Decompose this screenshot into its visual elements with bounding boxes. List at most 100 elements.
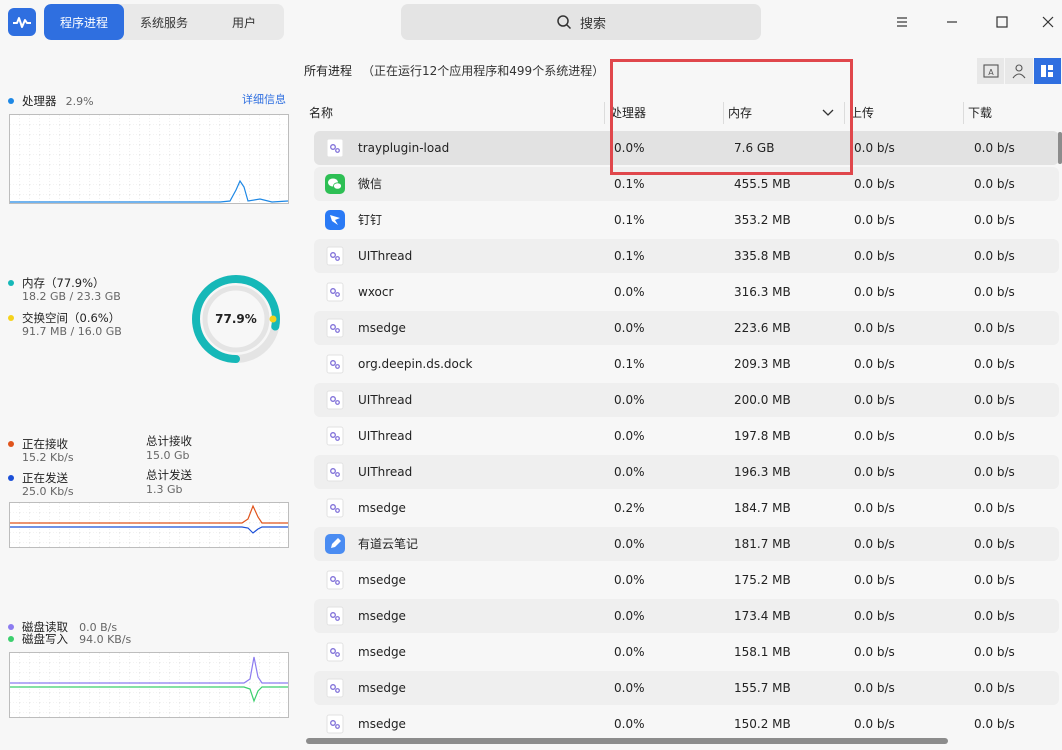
cpu-label: 处理器 — [22, 94, 57, 108]
column-separator[interactable] — [963, 102, 964, 124]
column-separator[interactable] — [723, 102, 724, 124]
menu-button[interactable] — [890, 10, 914, 34]
process-name: msedge — [358, 573, 406, 587]
process-name: msedge — [358, 609, 406, 623]
upload-rate: 0.0 b/s — [854, 177, 895, 191]
memory-usage: 196.3 MB — [734, 465, 791, 479]
user-view-button[interactable] — [1005, 58, 1033, 84]
sort-chevron-down-icon[interactable] — [822, 108, 834, 118]
upload-rate: 0.0 b/s — [854, 393, 895, 407]
download-rate: 0.0 b/s — [974, 357, 1015, 371]
download-rate: 0.0 b/s — [974, 501, 1015, 515]
table-header: 名称 处理器 内存 上传 下载 — [304, 98, 1062, 128]
table-row[interactable]: msedge 0.0% 173.4 MB 0.0 b/s 0.0 b/s — [314, 599, 1059, 633]
download-rate: 0.0 b/s — [974, 645, 1015, 659]
download-rate: 0.0 b/s — [974, 213, 1015, 227]
tab-services[interactable]: 系统服务 — [124, 4, 204, 40]
recv-total-label: 总计接收 — [146, 434, 192, 448]
wechat-icon — [324, 173, 346, 195]
memory-gauge-value: 77.9% — [215, 312, 257, 326]
vertical-scrollbar[interactable] — [1058, 132, 1062, 164]
memory-usage: 335.8 MB — [734, 249, 791, 263]
gear-icon — [324, 245, 346, 267]
send-label: 正在发送 — [22, 471, 68, 485]
minimize-button[interactable] — [940, 10, 964, 34]
column-cpu[interactable]: 处理器 — [610, 98, 646, 128]
gear-icon — [324, 713, 346, 735]
table-row[interactable]: 钉钉 0.1% 353.2 MB 0.0 b/s 0.0 b/s — [314, 203, 1059, 237]
cpu-usage: 0.0% — [614, 573, 645, 587]
tab-processes[interactable]: 程序进程 — [44, 4, 124, 40]
upload-rate: 0.0 b/s — [854, 501, 895, 515]
user-icon — [1012, 64, 1026, 79]
table-row[interactable]: msedge 0.0% 175.2 MB 0.0 b/s 0.0 b/s — [314, 563, 1059, 597]
table-row[interactable]: 有道云笔记 0.0% 181.7 MB 0.0 b/s 0.0 b/s — [314, 527, 1059, 561]
cpu-detail-link[interactable]: 详细信息 — [242, 91, 286, 107]
column-name[interactable]: 名称 — [309, 98, 333, 128]
upload-rate: 0.0 b/s — [854, 429, 895, 443]
upload-rate: 0.0 b/s — [854, 285, 895, 299]
download-rate: 0.0 b/s — [974, 609, 1015, 623]
app-icon — [8, 8, 36, 36]
process-name: UIThread — [358, 393, 413, 407]
disk-write: 磁盘写入 94.0 KB/s — [8, 628, 131, 647]
cpu-usage: 0.0% — [614, 141, 645, 155]
recv-label: 正在接收 — [22, 437, 68, 451]
cpu-usage: 0.0% — [614, 645, 645, 659]
table-row[interactable]: msedge 0.0% 223.6 MB 0.0 b/s 0.0 b/s — [314, 311, 1059, 345]
memory-usage: 223.6 MB — [734, 321, 791, 335]
process-count-note: （正在运行12个应用程序和499个系统进程） — [362, 64, 605, 78]
gear-icon — [324, 137, 346, 159]
cpu-usage: 0.0% — [614, 465, 645, 479]
app-view-button[interactable]: A — [977, 58, 1005, 84]
table-row[interactable]: UIThread 0.1% 335.8 MB 0.0 b/s 0.0 b/s — [314, 239, 1059, 273]
horizontal-scrollbar[interactable] — [306, 738, 948, 744]
upload-rate: 0.0 b/s — [854, 357, 895, 371]
view-tabs: 程序进程 系统服务 用户 — [44, 4, 284, 40]
memory-usage: 158.1 MB — [734, 645, 791, 659]
table-row[interactable]: wxocr 0.0% 316.3 MB 0.0 b/s 0.0 b/s — [314, 275, 1059, 309]
table-row[interactable]: UIThread 0.0% 200.0 MB 0.0 b/s 0.0 b/s — [314, 383, 1059, 417]
download-rate: 0.0 b/s — [974, 537, 1015, 551]
svg-text:A: A — [988, 68, 994, 77]
cpu-usage: 0.1% — [614, 357, 645, 371]
table-row[interactable]: UIThread 0.0% 196.3 MB 0.0 b/s 0.0 b/s — [314, 455, 1059, 489]
memory-legend-dot — [8, 279, 14, 286]
tab-users[interactable]: 用户 — [204, 4, 284, 40]
send-value: 25.0 Kb/s — [22, 485, 74, 498]
network-send-total: 总计发送 1.3 Gb — [146, 467, 192, 496]
network-recv: 正在接收 15.2 Kb/s — [8, 433, 74, 464]
memory-usage: 181.7 MB — [734, 537, 791, 551]
process-name: msedge — [358, 645, 406, 659]
search-input[interactable]: 搜索 — [401, 4, 761, 40]
column-download[interactable]: 下载 — [968, 98, 992, 128]
column-separator[interactable] — [844, 102, 845, 124]
column-memory[interactable]: 内存 — [728, 98, 752, 128]
maximize-button[interactable] — [990, 10, 1014, 34]
upload-rate: 0.0 b/s — [854, 321, 895, 335]
memory-usage: 209.3 MB — [734, 357, 791, 371]
upload-rate: 0.0 b/s — [854, 717, 895, 731]
gear-icon — [324, 353, 346, 375]
process-name: org.deepin.ds.dock — [358, 357, 473, 371]
gear-icon — [324, 281, 346, 303]
close-icon — [1042, 16, 1054, 28]
all-view-button[interactable] — [1033, 58, 1061, 84]
table-row[interactable]: msedge 0.0% 155.7 MB 0.0 b/s 0.0 b/s — [314, 671, 1059, 705]
table-row[interactable]: msedge 0.0% 150.2 MB 0.0 b/s 0.0 b/s — [314, 707, 1059, 741]
memory-usage: 184.7 MB — [734, 501, 791, 515]
upload-rate: 0.0 b/s — [854, 681, 895, 695]
table-row[interactable]: msedge 0.2% 184.7 MB 0.0 b/s 0.0 b/s — [314, 491, 1059, 525]
table-row[interactable]: org.deepin.ds.dock 0.1% 209.3 MB 0.0 b/s 0.0… — [314, 347, 1059, 381]
table-row[interactable]: msedge 0.0% 158.1 MB 0.0 b/s 0.0 b/s — [314, 635, 1059, 669]
download-rate: 0.0 b/s — [974, 141, 1015, 155]
memory-gauge: 77.9% — [190, 273, 282, 365]
swap-label: 交换空间（0.6%） — [22, 311, 121, 325]
table-row[interactable]: UIThread 0.0% 197.8 MB 0.0 b/s 0.0 b/s — [314, 419, 1059, 453]
column-upload[interactable]: 上传 — [850, 98, 874, 128]
download-rate: 0.0 b/s — [974, 177, 1015, 191]
table-row[interactable]: trayplugin-load 0.0% 7.6 GB 0.0 b/s 0.0 b/s — [314, 131, 1059, 165]
table-row[interactable]: 微信 0.1% 455.5 MB 0.0 b/s 0.0 b/s — [314, 167, 1059, 201]
column-separator[interactable] — [604, 102, 605, 124]
close-button[interactable] — [1036, 10, 1060, 34]
